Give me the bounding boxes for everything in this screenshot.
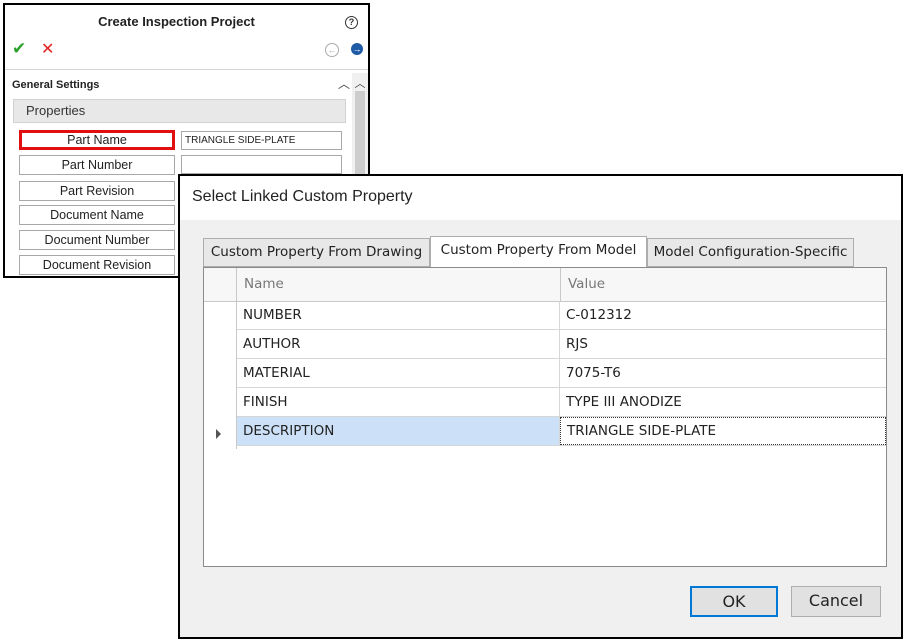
select-linked-custom-property-dialog: Select Linked Custom Property Custom Pro… [178,174,903,639]
table-row-selected[interactable]: DESCRIPTION TRIANGLE SIDE-PLATE [237,417,886,446]
check-icon[interactable]: ✔ [12,39,26,59]
row-indicator-column [204,301,237,449]
help-icon[interactable]: ? [345,16,358,29]
name-cell[interactable]: MATERIAL [237,359,560,387]
name-cell[interactable]: NUMBER [237,301,560,329]
close-icon[interactable]: ✕ [41,40,54,60]
part-number-field[interactable] [181,155,342,174]
table-row[interactable]: AUTHOR RJS [237,330,886,359]
table-row[interactable]: MATERIAL 7075-T6 [237,359,886,388]
dialog-titlebar: Select Linked Custom Property [180,176,901,220]
part-name-field[interactable]: TRIANGLE SIDE-PLATE [181,131,342,150]
name-cell[interactable]: DESCRIPTION [237,417,560,445]
column-divider[interactable] [560,268,561,301]
name-cell[interactable]: FINISH [237,388,560,416]
document-name-button[interactable]: Document Name [19,205,175,225]
panel-title: Create Inspection Project [98,14,255,29]
current-row-arrow-icon [216,429,221,439]
part-revision-button[interactable]: Part Revision [19,181,175,201]
value-cell[interactable]: C-012312 [560,301,886,329]
table-row[interactable]: FINISH TYPE III ANODIZE [237,388,886,417]
table-row[interactable]: NUMBER C-012312 [237,301,886,330]
tab-custom-property-from-model[interactable]: Custom Property From Model [430,236,647,267]
dialog-title: Select Linked Custom Property [192,188,413,205]
value-cell[interactable]: 7075-T6 [560,359,886,387]
divider [5,69,368,70]
part-number-button[interactable]: Part Number [19,155,175,175]
value-cell[interactable]: RJS [560,330,886,358]
tab-model-configuration-specific[interactable]: Model Configuration-Specific [647,238,854,267]
part-name-button[interactable]: Part Name [19,130,175,150]
grid-header: Name Value [204,268,886,302]
chevron-up-icon[interactable]: ︿ [338,75,350,92]
row-header-corner [204,268,237,301]
section-title: General Settings [12,79,100,91]
ok-button[interactable]: OK [690,586,778,617]
scroll-up-icon[interactable]: ︿ [352,75,368,91]
back-arrow-icon[interactable]: ← [325,43,339,57]
value-cell[interactable]: TYPE III ANODIZE [560,388,886,416]
column-header-value[interactable]: Value [568,276,605,292]
cancel-button[interactable]: Cancel [791,586,881,617]
value-cell[interactable]: TRIANGLE SIDE-PLATE [560,417,886,445]
name-cell[interactable]: AUTHOR [237,330,560,358]
column-header-name[interactable]: Name [244,276,284,292]
document-revision-button[interactable]: Document Revision [19,255,175,275]
document-number-button[interactable]: Document Number [19,230,175,250]
tab-custom-property-from-drawing[interactable]: Custom Property From Drawing [203,238,430,267]
property-grid: Name Value NUMBER C-012312 AUTHOR RJS MA… [203,267,887,567]
forward-arrow-icon[interactable]: → [351,43,363,55]
properties-header[interactable]: Properties [13,99,346,123]
